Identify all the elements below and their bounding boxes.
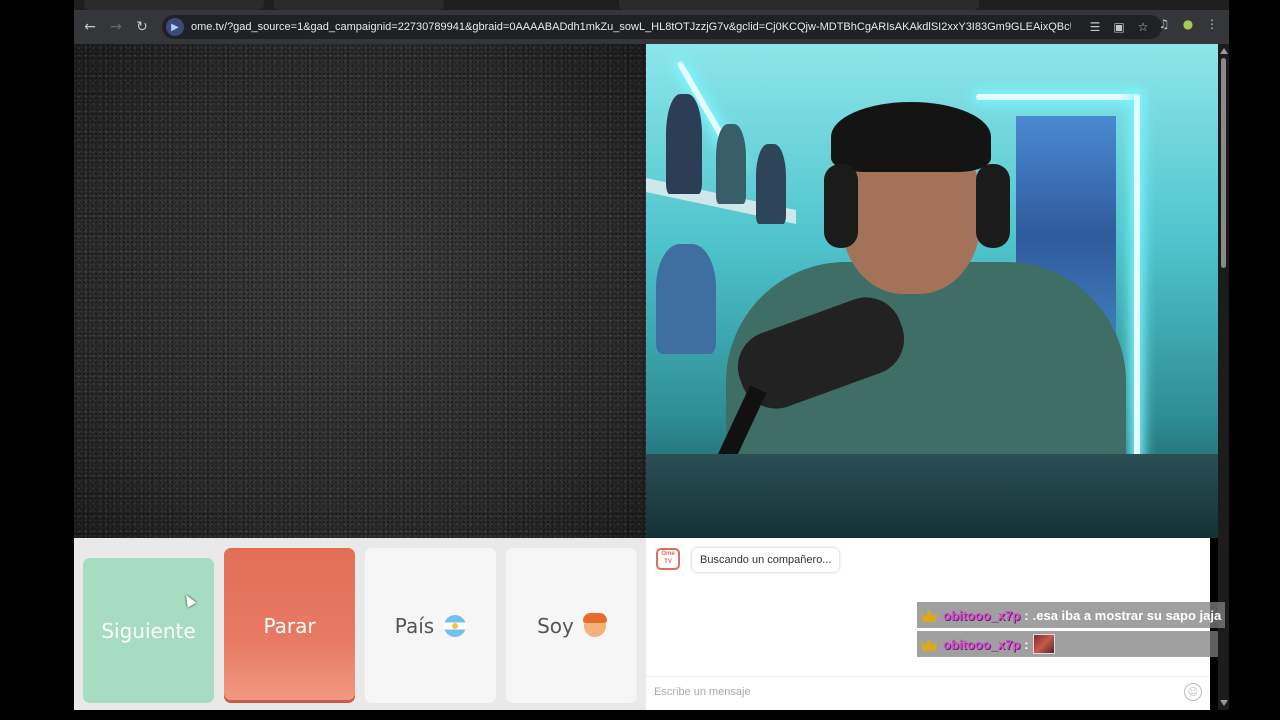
headphone-cup bbox=[824, 164, 858, 248]
browser-tab[interactable] bbox=[84, 0, 264, 10]
control-panel: Siguiente Parar País Soy bbox=[74, 538, 646, 710]
scroll-thumb[interactable] bbox=[1221, 58, 1226, 268]
install-icon[interactable]: ▣ bbox=[1110, 18, 1128, 36]
person-emoji-icon bbox=[582, 612, 607, 637]
stop-button[interactable]: Parar bbox=[224, 548, 355, 703]
tab-strip bbox=[74, 0, 1229, 10]
back-icon[interactable]: ← bbox=[77, 14, 103, 40]
overlay-username: obitooo_x7p bbox=[943, 607, 1021, 623]
site-info-icon[interactable]: ▶ bbox=[166, 18, 184, 36]
reload-icon[interactable]: ↻ bbox=[129, 14, 155, 40]
overlay-separator: : bbox=[1024, 636, 1029, 652]
figurine bbox=[666, 94, 702, 194]
browser-tab[interactable] bbox=[619, 0, 979, 10]
desk bbox=[646, 454, 1218, 538]
stranger-video bbox=[74, 44, 646, 538]
status-message: Buscando un compañero... bbox=[692, 548, 840, 572]
stop-button-label: Parar bbox=[263, 613, 316, 638]
overlay-text: .esa iba a mostrar su sapo jaja bbox=[1032, 607, 1222, 623]
overlay-username: obitooo_x7p bbox=[943, 636, 1021, 652]
self-camera-video bbox=[646, 44, 1218, 538]
figurine bbox=[716, 124, 746, 204]
crown-icon bbox=[921, 638, 937, 651]
gender-button-label: Soy bbox=[537, 613, 574, 638]
scroll-up-icon[interactable] bbox=[1220, 48, 1228, 54]
scroll-down-icon[interactable] bbox=[1220, 700, 1228, 706]
translate-icon[interactable]: ☰ bbox=[1086, 18, 1104, 36]
led-strip bbox=[1134, 94, 1140, 474]
country-button-label: País bbox=[394, 613, 435, 638]
browser-toolbar: ← → ↻ ▶ ome.tv/?gad_source=1&gad_campaig… bbox=[74, 10, 1229, 44]
sticker-image bbox=[1032, 634, 1055, 654]
country-button[interactable]: País bbox=[365, 548, 496, 703]
browser-tab[interactable] bbox=[274, 0, 444, 10]
argentina-flag-icon bbox=[444, 614, 467, 637]
ometv-logo: Ome TV bbox=[656, 548, 680, 570]
overlay-separator: : bbox=[1024, 607, 1029, 623]
gender-button[interactable]: Soy bbox=[506, 548, 637, 703]
headphone-cup bbox=[976, 164, 1010, 248]
person-hair bbox=[831, 102, 991, 172]
address-bar[interactable]: ▶ ome.tv/?gad_source=1&gad_campaignid=22… bbox=[162, 15, 1162, 39]
extension-icon[interactable]: ● bbox=[1179, 15, 1197, 33]
next-button-label: Siguiente bbox=[101, 618, 196, 643]
bookmark-star-icon[interactable]: ☆ bbox=[1134, 18, 1152, 36]
figurine bbox=[656, 244, 716, 354]
forward-icon[interactable]: → bbox=[103, 14, 129, 40]
next-button[interactable]: Siguiente bbox=[83, 558, 214, 703]
menu-icon[interactable]: ⋮ bbox=[1203, 15, 1221, 33]
figurine bbox=[756, 144, 786, 224]
emoji-icon[interactable]: ☺ bbox=[1184, 683, 1202, 701]
overlay-message: obitooo_x7p : .esa iba a mostrar su sapo… bbox=[917, 602, 1226, 628]
overlay-message: obitooo_x7p : bbox=[917, 631, 1218, 657]
message-input[interactable]: Escribe un mensaje ☺ bbox=[646, 676, 1210, 706]
led-strip bbox=[976, 94, 1136, 100]
message-input-placeholder: Escribe un mensaje bbox=[654, 685, 751, 698]
media-icon[interactable]: ♫ bbox=[1155, 15, 1173, 33]
crown-icon bbox=[921, 609, 937, 622]
url-text[interactable]: ome.tv/?gad_source=1&gad_campaignid=2273… bbox=[191, 21, 1071, 33]
